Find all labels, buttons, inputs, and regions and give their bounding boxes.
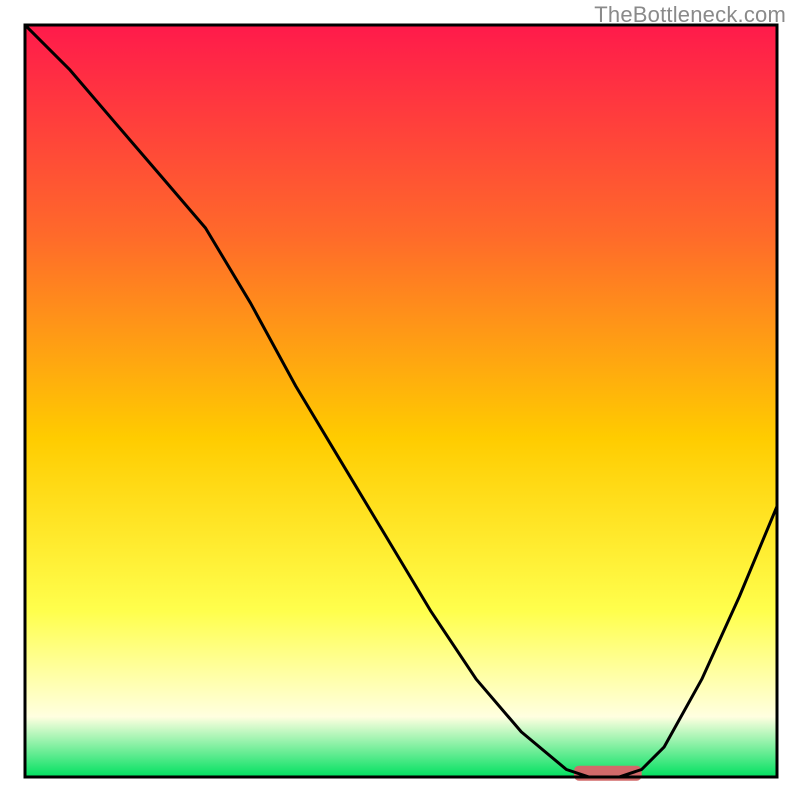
bottleneck-chart-svg bbox=[0, 0, 800, 800]
gradient-background bbox=[25, 25, 777, 777]
chart-canvas: TheBottleneck.com bbox=[0, 0, 800, 800]
attribution-text: TheBottleneck.com bbox=[594, 2, 786, 28]
